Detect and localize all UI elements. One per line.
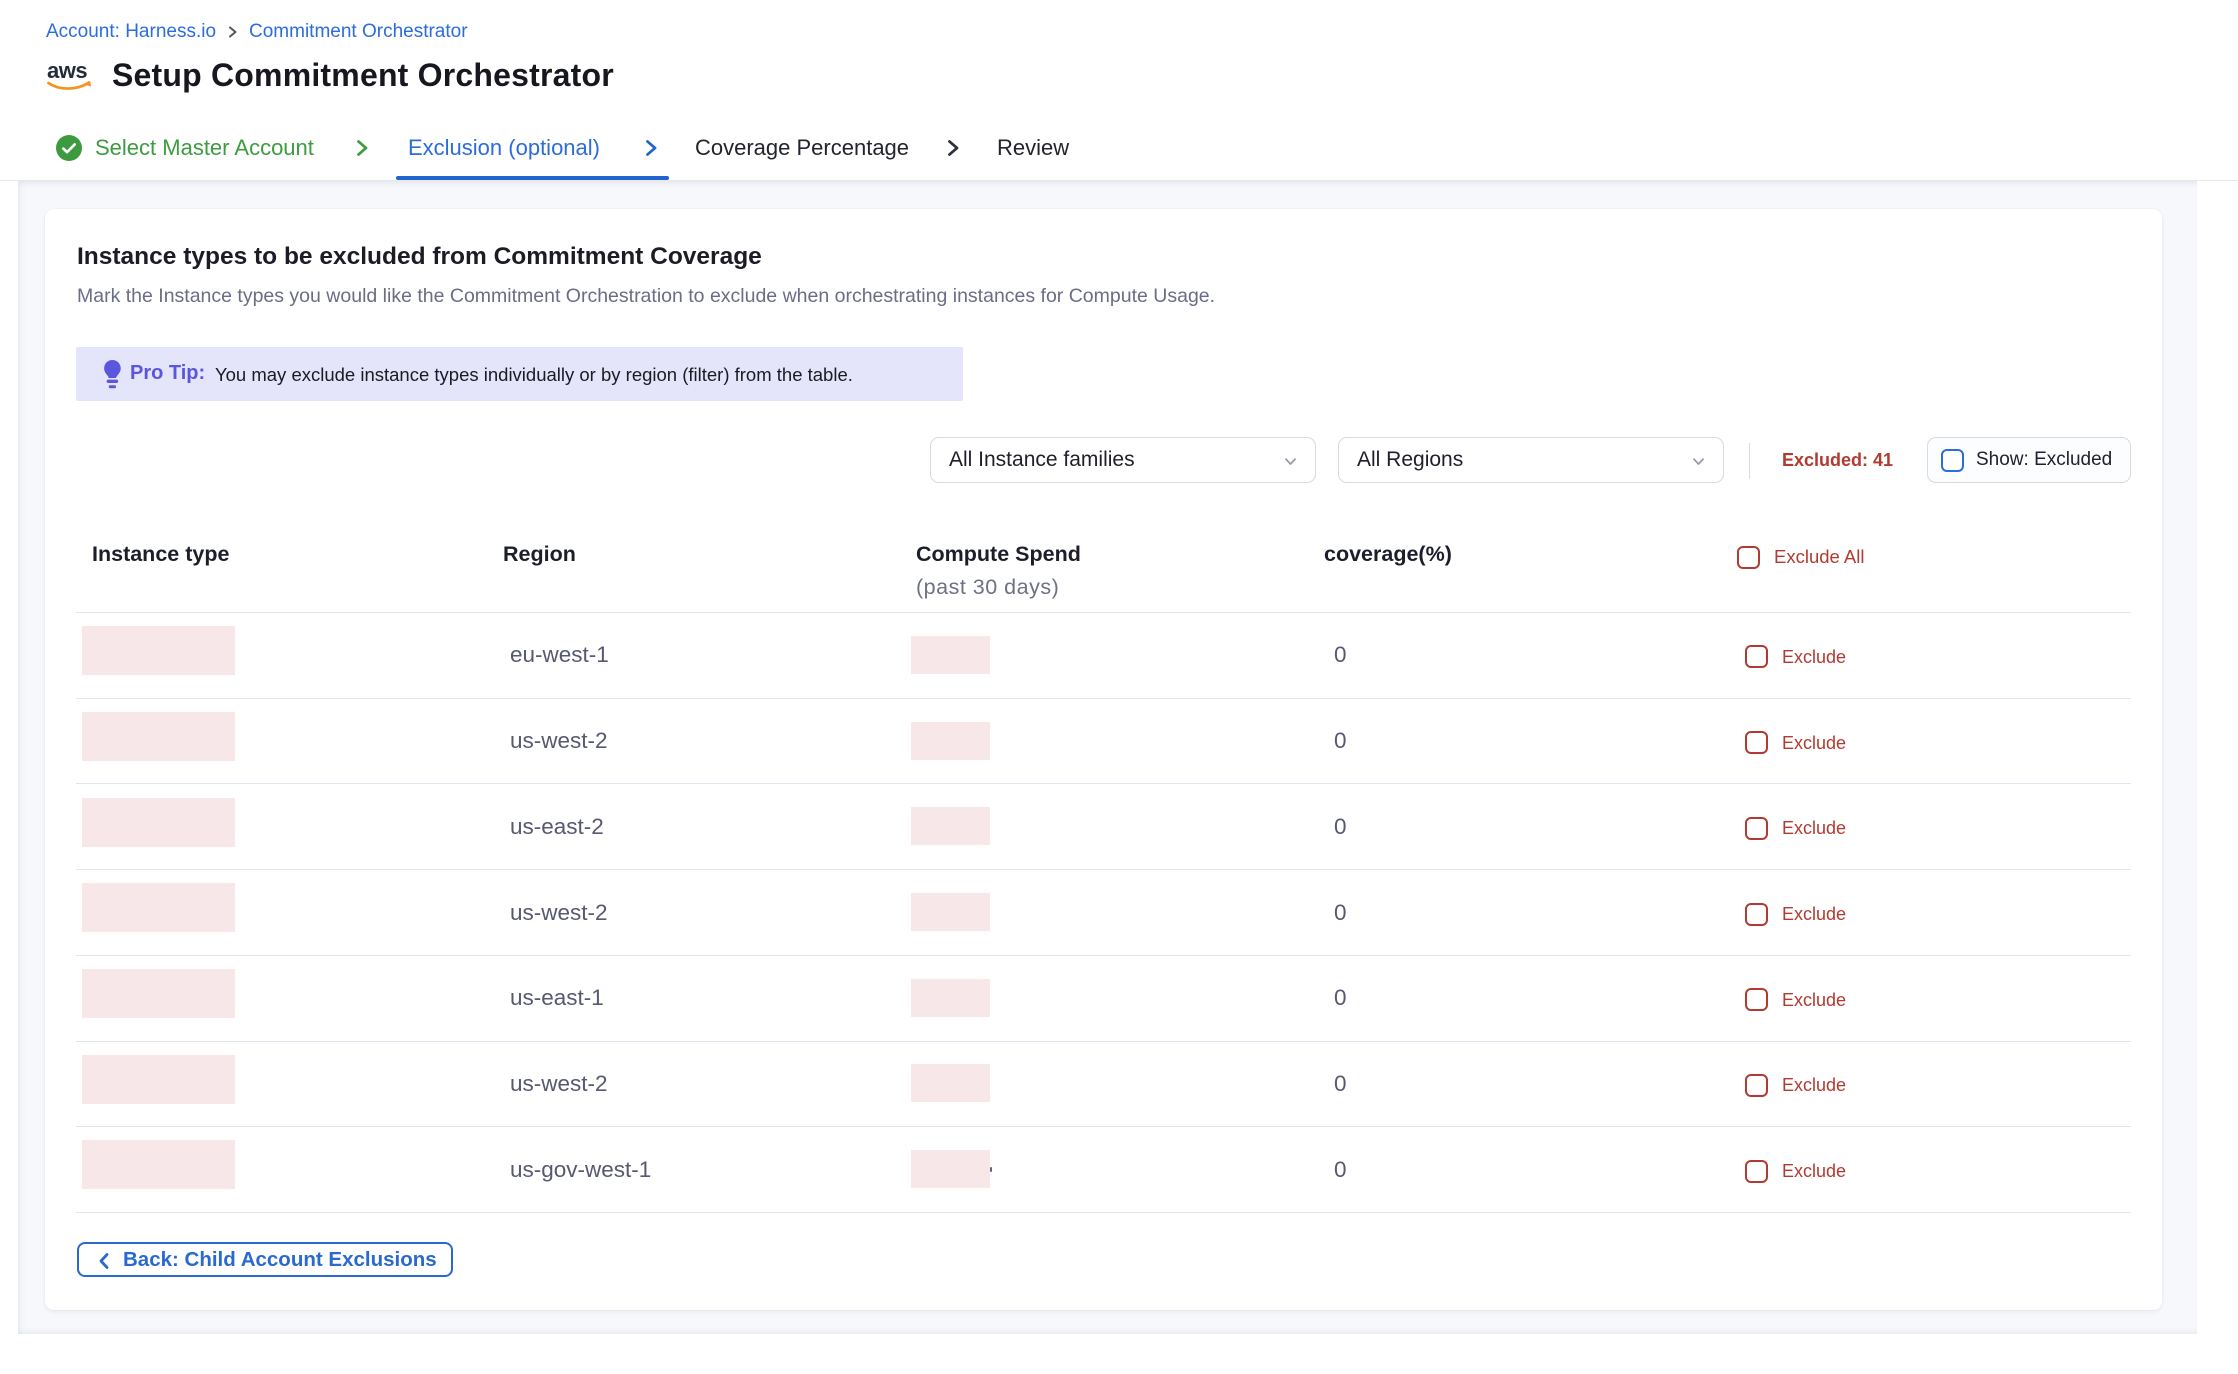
- svg-text:aws: aws: [47, 58, 87, 83]
